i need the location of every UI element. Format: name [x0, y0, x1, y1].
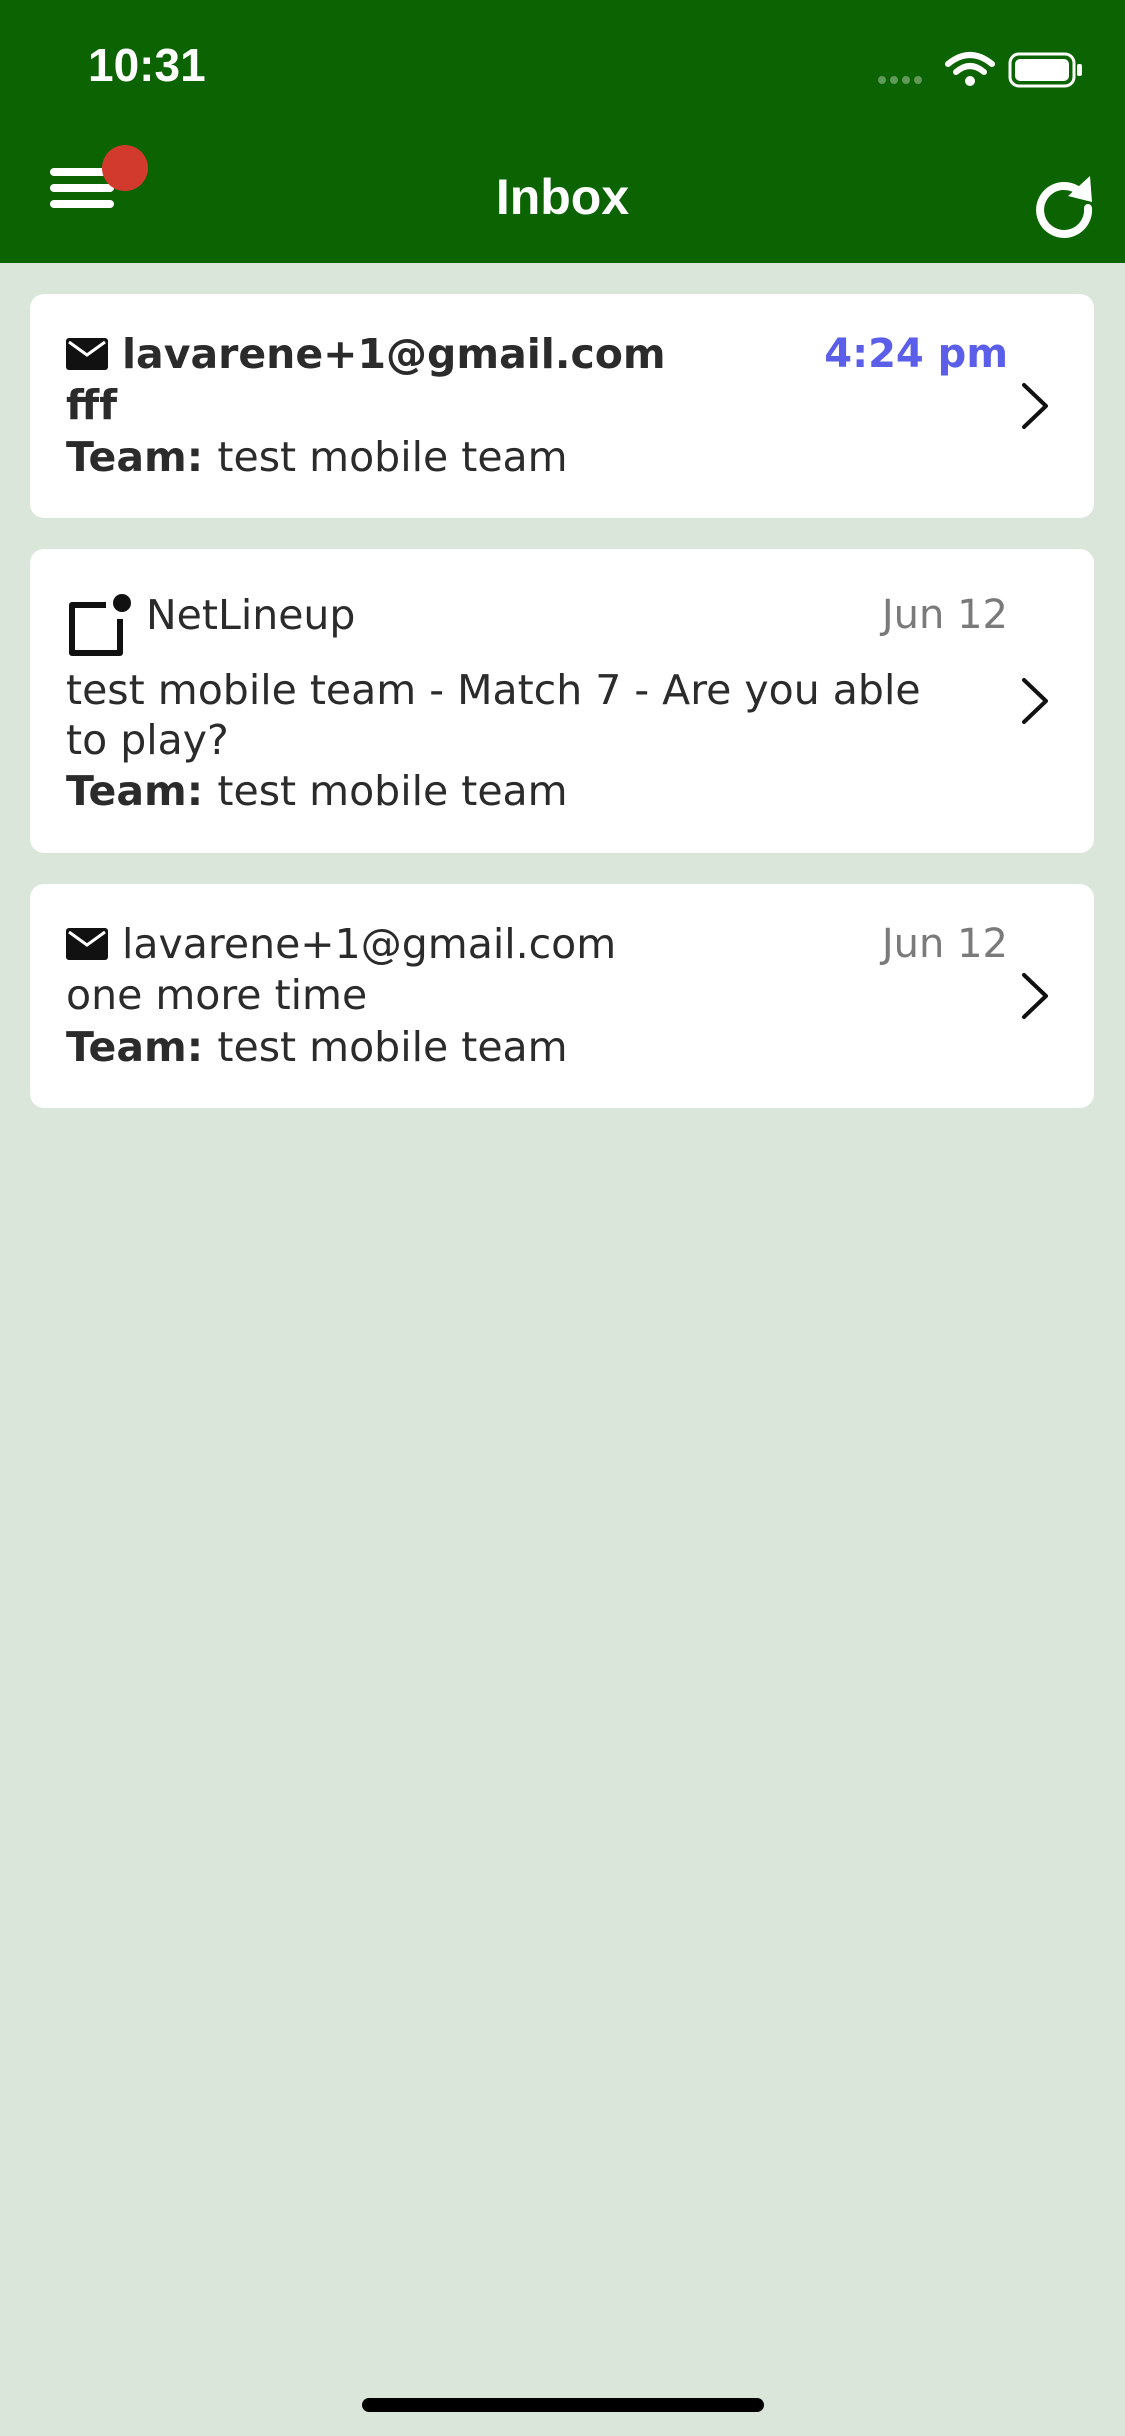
- app-header: 10:31 Inbox: [0, 0, 1125, 263]
- message-card[interactable]: lavarene+1@gmail.com 4:24 pm fff Team: t…: [30, 294, 1094, 518]
- page-title: Inbox: [495, 169, 630, 225]
- message-subject: test mobile team - Match 7 - Are you abl…: [66, 666, 921, 764]
- message-sender: lavarene+1@gmail.com: [122, 920, 617, 968]
- team-label: Team:: [66, 767, 218, 815]
- team-name: test mobile team: [217, 433, 568, 481]
- chevron-right-icon: [1022, 973, 1048, 1019]
- message-subject: one more time: [66, 971, 368, 1019]
- mail-icon: [66, 928, 108, 960]
- battery-icon: [1008, 52, 1082, 88]
- refresh-icon[interactable]: [1030, 170, 1100, 240]
- message-date: Jun 12: [881, 592, 1008, 638]
- message-date: 4:24 pm: [824, 331, 1008, 377]
- message-sender: NetLineup: [146, 591, 356, 639]
- message-subject: fff: [66, 381, 118, 429]
- team-name: test mobile team: [217, 1023, 568, 1071]
- status-bar-time: 10:31: [88, 39, 206, 91]
- message-card[interactable]: NetLineup Jun 12 test mobile team - Matc…: [30, 549, 1094, 853]
- team-label: Team:: [66, 433, 218, 481]
- message-team: Team: test mobile team: [66, 1022, 568, 1072]
- wifi-icon: [945, 52, 995, 75]
- team-label: Team:: [66, 1023, 218, 1071]
- team-name: test mobile team: [217, 767, 568, 815]
- chevron-right-icon: [1022, 678, 1048, 724]
- message-date: Jun 12: [881, 921, 1008, 967]
- status-bar-icons: [878, 52, 1082, 88]
- chevron-right-icon: [1022, 383, 1048, 429]
- home-indicator[interactable]: [362, 2398, 764, 2412]
- message-sender: lavarene+1@gmail.com: [122, 330, 666, 378]
- notification-icon: [69, 594, 131, 656]
- message-header: lavarene+1@gmail.com Jun 12: [66, 920, 1008, 968]
- mail-icon: [66, 338, 108, 370]
- message-header: lavarene+1@gmail.com 4:24 pm: [66, 330, 1008, 378]
- message-team: Team: test mobile team: [66, 432, 568, 482]
- message-card[interactable]: lavarene+1@gmail.com Jun 12 one more tim…: [30, 884, 1094, 1108]
- message-team: Team: test mobile team: [66, 766, 568, 816]
- message-header: NetLineup Jun 12: [66, 587, 1008, 659]
